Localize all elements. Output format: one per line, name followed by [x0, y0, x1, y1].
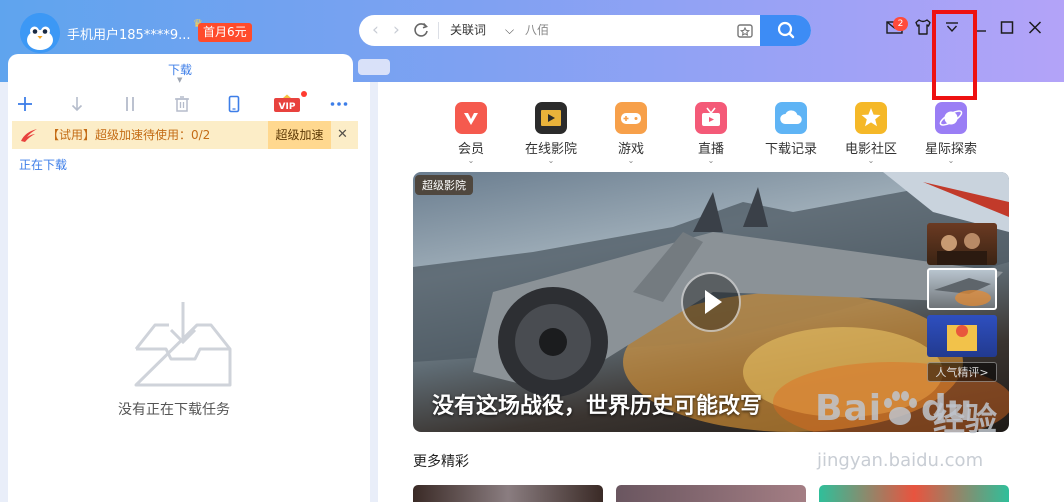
nav-movie-community[interactable]: 电影社区 ⌄ [840, 102, 902, 165]
close-icon[interactable] [1022, 14, 1048, 40]
star-icon [855, 102, 887, 134]
popular-review-link[interactable]: 人气精评> [927, 362, 997, 382]
watermark-cn: 经验 [933, 400, 998, 438]
chevron-down-icon: ⌄ [707, 156, 715, 165]
pause-icon[interactable] [120, 94, 140, 114]
message-count-badge: 2 [893, 17, 908, 31]
banner-thumbnail-active[interactable] [927, 268, 997, 310]
more-card[interactable] [616, 485, 806, 502]
chevron-down-icon: ⌄ [467, 156, 475, 165]
gamepad-icon [615, 102, 647, 134]
nav-vip[interactable]: 会员 ⌄ [440, 102, 502, 165]
more-card[interactable] [413, 485, 603, 502]
watermark-url: jingyan.baidu.com [817, 450, 984, 471]
download-arrow-icon[interactable] [67, 94, 87, 114]
chevron-down-icon: ⌄ [627, 156, 635, 165]
baidu-watermark: Bai du 经验 jingyan.baidu.com [815, 388, 1015, 498]
nav-games[interactable]: 游戏 ⌄ [600, 102, 662, 165]
empty-tray-icon [133, 297, 233, 387]
promo-badge[interactable]: 首月6元 [198, 23, 252, 42]
vip-icon[interactable]: VIP [273, 94, 301, 114]
phone-icon[interactable] [224, 94, 244, 114]
film-icon [535, 102, 567, 134]
chevron-down-icon[interactable]: ⌵ [505, 20, 514, 40]
new-tab-button[interactable] [358, 59, 390, 75]
refresh-icon[interactable] [410, 19, 432, 41]
maximize-icon[interactable] [994, 14, 1020, 40]
forward-icon[interactable]: › [393, 19, 400, 41]
banner-tag: 超级影院 [415, 175, 473, 195]
planet-icon [935, 102, 967, 134]
paw-icon [879, 388, 921, 430]
trial-close-icon[interactable]: ✕ [337, 125, 348, 145]
nav-download-history[interactable]: 下载记录 [760, 102, 822, 164]
username[interactable]: 手机用户185****9... [67, 24, 190, 43]
trial-text: 【试用】超级加速待使用：0/2 [47, 128, 211, 142]
watermark-brand: Bai [815, 388, 883, 429]
search-input[interactable]: 八佰 [525, 22, 549, 39]
banner-thumbnail[interactable] [927, 223, 997, 265]
nav-star-explore[interactable]: 星际探索 ⌄ [920, 102, 982, 165]
more-section-title: 更多精彩 [413, 454, 469, 470]
cloud-icon [775, 102, 807, 134]
empty-message: 没有正在下载任务 [118, 402, 230, 418]
search-divider [438, 22, 439, 39]
super-speed-button[interactable]: 超级加速 [268, 121, 331, 149]
nav-live[interactable]: 直播 ⌄ [680, 102, 742, 165]
speed-bird-icon [20, 127, 38, 143]
more-icon[interactable] [329, 94, 349, 114]
tv-icon [695, 102, 727, 134]
nav-online-cinema[interactable]: 在线影院 ⌄ [520, 102, 582, 165]
downloading-section-label[interactable]: 正在下载 [19, 156, 67, 173]
banner-thumbnail[interactable] [927, 315, 997, 357]
add-task-icon[interactable] [15, 94, 35, 114]
vip-label: VIP [279, 102, 296, 112]
banner-title[interactable]: 没有这场战役，世界历史可能改写 [432, 388, 762, 420]
search-mode-select[interactable]: 关联词 [450, 22, 486, 39]
delete-icon[interactable] [172, 94, 192, 114]
play-icon[interactable] [681, 272, 741, 332]
tab-caret-icon: ▼ [177, 76, 183, 84]
search-button[interactable] [760, 15, 811, 46]
favorite-icon[interactable] [735, 21, 755, 41]
user-avatar[interactable] [20, 13, 60, 53]
vip-heart-icon [455, 102, 487, 134]
highlight-annotation [932, 10, 977, 100]
nav-label: 下载记录 [764, 142, 817, 157]
back-icon[interactable]: ‹ [372, 19, 379, 41]
vip-notification-dot [301, 91, 307, 97]
